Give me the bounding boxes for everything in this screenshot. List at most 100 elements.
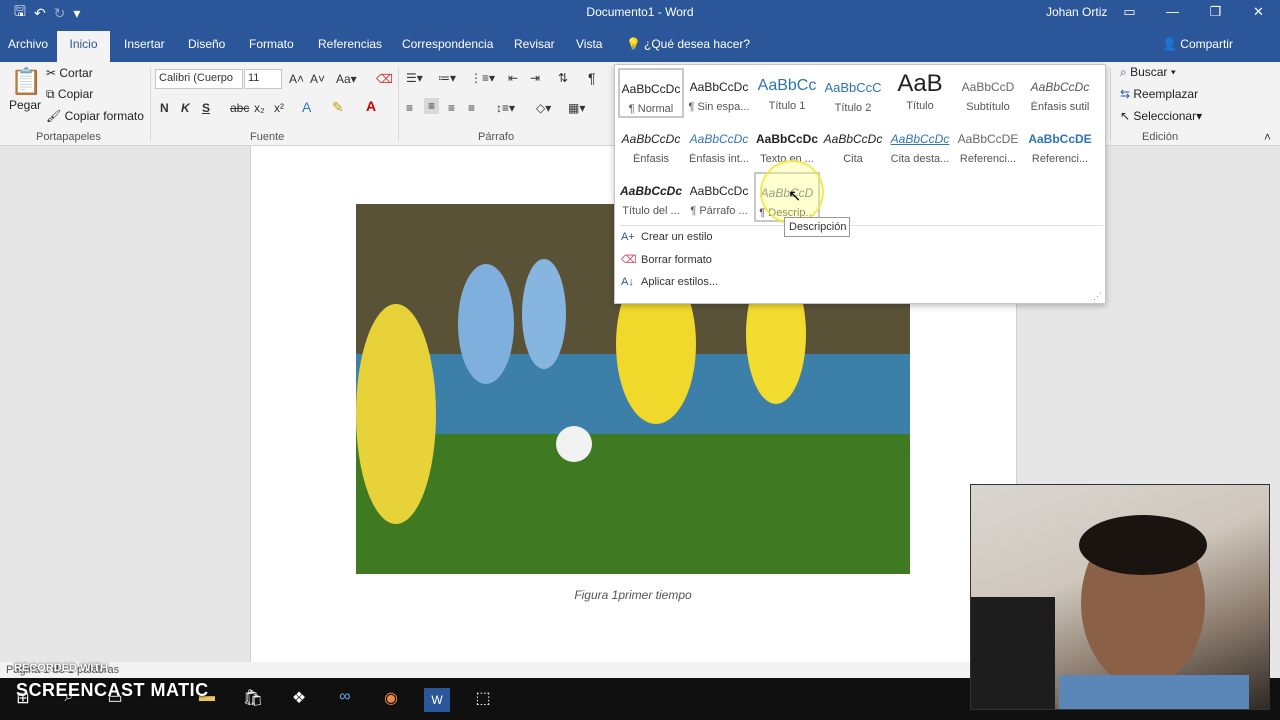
bullets-icon[interactable]: ☰▾ xyxy=(406,71,423,85)
style-referencia-intensa[interactable]: AaBbCcDE Referenci... xyxy=(1023,120,1097,170)
style-tooltip: Descripción xyxy=(784,217,850,237)
tab-inicio[interactable]: Inicio xyxy=(57,31,110,62)
dropbox-icon[interactable]: ❖ xyxy=(286,688,312,712)
title-bar: 🖫 ↶ ↻ ▾ Documento1 - Word Johan Ortiz ▭ … xyxy=(0,0,1280,26)
find-button[interactable]: ⌕ Buscar ▾ xyxy=(1120,65,1176,80)
cut-label: Cortar xyxy=(59,66,93,80)
resize-grip-icon[interactable]: ⋰ xyxy=(1093,291,1102,302)
style-preview: AaBbCcDc xyxy=(689,80,749,94)
share-button[interactable]: 👤 Compartir xyxy=(1162,37,1233,51)
format-painter-button[interactable]: 🖌 Copiar formato xyxy=(46,109,144,123)
style-name: Referenci... xyxy=(959,153,1017,165)
infinity-icon[interactable]: ∞ xyxy=(332,688,358,712)
menu-borrar-formato[interactable]: ⌫ Borrar formato xyxy=(621,253,712,266)
store-icon[interactable]: 🛍 xyxy=(240,688,266,712)
style-titulo-1[interactable]: AaBbCc Título 1 xyxy=(754,68,820,118)
shrink-font-icon[interactable]: A˅ xyxy=(310,72,325,86)
screen-capture-icon[interactable]: ⬚ xyxy=(470,688,496,712)
tab-insertar[interactable]: Insertar xyxy=(124,37,165,51)
align-center-icon[interactable]: ≡ xyxy=(424,98,440,114)
minimize-icon[interactable]: — xyxy=(1151,0,1194,26)
cut-button[interactable]: ✂ Cortar xyxy=(46,66,93,80)
font-size-box[interactable]: 11 xyxy=(244,69,282,89)
style-name: Título xyxy=(906,100,934,112)
bold-button[interactable]: N xyxy=(160,101,169,115)
style-cita-destacada[interactable]: AaBbCcDc Cita desta... xyxy=(887,120,953,170)
scissors-icon: ✂ xyxy=(46,66,60,80)
style-cita[interactable]: AaBbCcDc Cita xyxy=(820,120,886,170)
tab-revisar[interactable]: Revisar xyxy=(514,37,555,51)
underline-button[interactable]: S xyxy=(202,101,210,115)
tab-vista[interactable]: Vista xyxy=(576,37,602,51)
separator xyxy=(398,68,399,142)
italic-button[interactable]: K xyxy=(181,101,190,115)
style-preview: AaBbCcC xyxy=(824,80,882,95)
replace-label: Reemplazar xyxy=(1133,87,1199,101)
font-color-icon[interactable]: A xyxy=(366,98,376,114)
line-spacing-icon[interactable]: ↕≡▾ xyxy=(496,101,515,115)
font-name-box[interactable]: Calibri (Cuerpo xyxy=(155,69,243,89)
person-icon: 👤 xyxy=(1162,37,1181,51)
clipboard-icon[interactable]: 📋 xyxy=(10,66,42,97)
numbering-icon[interactable]: ≔▾ xyxy=(438,71,456,85)
text-effects-icon[interactable]: A xyxy=(302,99,311,115)
tab-diseno[interactable]: Diseño xyxy=(188,37,225,51)
align-right-icon[interactable]: ≡ xyxy=(448,101,455,115)
style-sin-espaciado[interactable]: AaBbCcDc ¶ Sin espa... xyxy=(686,68,752,118)
style-parrafo-de-lista[interactable]: AaBbCcDc ¶ Párrafo ... xyxy=(686,172,752,222)
strikethrough-icon[interactable]: abc xyxy=(230,101,249,115)
style-name: Cita xyxy=(843,153,863,165)
tab-formato[interactable]: Formato xyxy=(249,37,294,51)
clear-format-icon[interactable]: ⌫ xyxy=(376,72,393,86)
format-painter-label: Copiar formato xyxy=(64,109,144,123)
close-icon[interactable]: ✕ xyxy=(1237,0,1280,26)
figure-caption[interactable]: Figura 1primer tiempo xyxy=(356,588,910,602)
style-titulo-2[interactable]: AaBbCcC Título 2 xyxy=(820,68,886,118)
tab-archivo[interactable]: Archivo xyxy=(8,37,48,51)
justify-icon[interactable]: ≡ xyxy=(468,101,475,115)
menu-aplicar-estilos[interactable]: A↓ Aplicar estilos... xyxy=(621,276,718,288)
replace-button[interactable]: ⇆ Reemplazar xyxy=(1120,87,1198,101)
collapse-ribbon-icon[interactable]: ˄ xyxy=(1264,130,1271,144)
style-titulo-del-libro[interactable]: AaBbCcDc Título del ... xyxy=(618,172,684,222)
style-normal[interactable]: AaBbCcDc ¶ Normal xyxy=(618,68,684,118)
style-enfasis-intenso[interactable]: AaBbCcDc Énfasis int... xyxy=(686,120,752,170)
shading-icon[interactable]: ◇▾ xyxy=(536,101,551,115)
pilcrow-icon[interactable]: ¶ xyxy=(588,70,596,86)
decrease-indent-icon[interactable]: ⇤ xyxy=(508,71,518,85)
chrome-icon[interactable]: ◉ xyxy=(378,688,404,712)
multilevel-list-icon[interactable]: ⋮≡▾ xyxy=(470,71,495,85)
borders-icon[interactable]: ▦▾ xyxy=(568,101,585,115)
separator xyxy=(1110,68,1111,142)
user-name[interactable]: Johan Ortiz xyxy=(1046,5,1107,19)
style-enfasis[interactable]: AaBbCcDc Énfasis xyxy=(618,120,684,170)
tab-referencias[interactable]: Referencias xyxy=(318,37,382,51)
superscript-icon[interactable]: x² xyxy=(274,101,284,115)
ribbon-display-icon[interactable]: ▭ xyxy=(1108,0,1151,26)
grow-font-icon[interactable]: A˄ xyxy=(289,72,304,86)
menu-crear-estilo[interactable]: A+ Crear un estilo xyxy=(621,231,713,243)
highlight-icon[interactable]: ✎ xyxy=(332,99,344,116)
paste-button[interactable]: Pegar xyxy=(9,98,41,112)
tell-me-input[interactable]: ¿Qué desea hacer? xyxy=(644,37,750,51)
copy-button[interactable]: ⧉ Copiar xyxy=(46,87,93,102)
word-icon[interactable]: W xyxy=(424,688,450,712)
style-preview: AaBbCcDc xyxy=(755,132,818,146)
align-left-icon[interactable]: ≡ xyxy=(406,101,413,115)
restore-icon[interactable]: ❐ xyxy=(1194,0,1237,26)
style-enfasis-sutil[interactable]: AaBbCcDc Énfasis sutil xyxy=(1023,68,1097,118)
style-titulo[interactable]: AaB Título xyxy=(887,68,953,118)
select-button[interactable]: ↖ Seleccionar▾ xyxy=(1120,109,1202,123)
subscript-icon[interactable]: x₂ xyxy=(254,101,265,115)
style-preview: AaBbCcDc xyxy=(1030,80,1090,94)
style-name: Énfasis xyxy=(632,153,670,165)
style-subtitulo[interactable]: AaBbCcD Subtítulo xyxy=(955,68,1021,118)
menu-label: Aplicar estilos... xyxy=(641,276,719,288)
tab-correspondencia[interactable]: Correspondencia xyxy=(402,37,493,51)
style-preview: AaBbCcDc xyxy=(689,184,749,198)
increase-indent-icon[interactable]: ⇥ xyxy=(530,71,540,85)
style-referencia-sutil[interactable]: AaBbCcDE Referenci... xyxy=(955,120,1021,170)
sort-icon[interactable]: ⇅ xyxy=(558,71,568,85)
status-bar: Página 1 de 1 palabras xyxy=(0,662,970,678)
change-case-icon[interactable]: Aa▾ xyxy=(336,72,357,86)
